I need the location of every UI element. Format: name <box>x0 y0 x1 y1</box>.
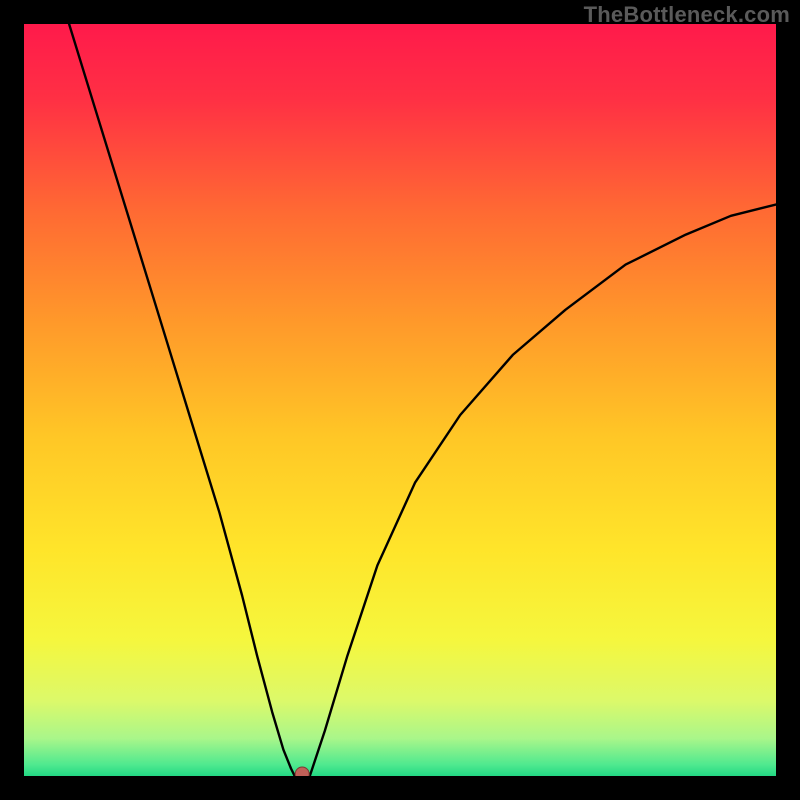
bottleneck-curve <box>24 24 776 776</box>
plot-area <box>24 24 776 776</box>
curve-line <box>69 24 776 776</box>
watermark-text: TheBottleneck.com <box>584 2 790 28</box>
chart-frame: TheBottleneck.com <box>0 0 800 800</box>
min-marker-dot <box>295 767 309 776</box>
